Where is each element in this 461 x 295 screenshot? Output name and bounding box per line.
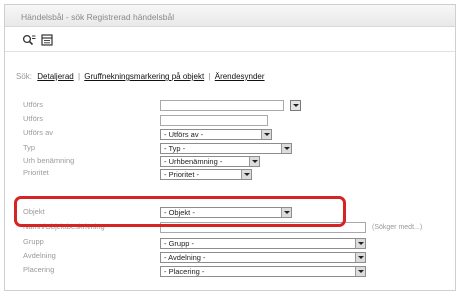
chevron-down-icon [249,157,259,166]
breadcrumb-link-detailed[interactable]: Detaljerad [37,72,73,81]
utfors-av-value: - Utförs av - [164,130,204,139]
avdelning-select[interactable]: - Avdelning - [160,252,366,263]
typ-value: - Typ - [164,144,186,153]
prioritet-select[interactable]: - Prioritet - [160,169,252,180]
placering-select[interactable]: - Placering - [160,266,366,277]
search-button[interactable]: (Sökger medt...) [372,224,422,231]
chevron-down-icon [241,170,251,179]
label-avdelning: Avdelning [23,251,56,260]
utfors-picker-button[interactable] [290,100,301,111]
urhbenamning-select[interactable]: - Urhbenämning - [160,156,260,167]
breadcrumb-separator: | [77,72,81,81]
typ-select[interactable]: - Typ - [160,143,292,154]
chevron-down-icon [355,253,365,262]
avdelning-value: - Avdelning - [164,253,206,262]
toolbar [5,28,455,52]
label-utfors-av: Utförs av [23,128,54,137]
chevron-down-icon [261,130,271,139]
window-title: Händelsbål - sök Registrerad händelsbål [21,12,175,22]
label-grupp: Grupp [23,237,44,246]
grupp-value: - Grupp - [164,239,195,248]
table-list-icon [41,34,53,46]
window-titlebar: Händelsbål - sök Registrerad händelsbål [5,5,455,27]
label-utfors: Utförs [23,100,44,109]
utfors-input-2[interactable] [160,115,268,126]
label-typ: Typ [23,143,36,152]
chevron-down-icon [281,144,291,153]
search-filter-button[interactable] [21,32,37,48]
grupp-select[interactable]: - Grupp - [160,238,366,249]
label-placering: Placering [23,265,55,274]
prioritet-value: - Prioritet - [164,170,200,179]
chevron-down-icon [355,267,365,276]
chevron-down-icon [355,239,365,248]
urhbenamning-value: - Urhbenämning - [164,157,223,166]
label-utfors-2: Utförs [23,114,44,123]
label-urhbenamning: Urh benämning [23,156,75,165]
breadcrumb-prefix: Sök: [16,72,33,81]
utfors-av-select[interactable]: - Utförs av - [160,129,272,140]
breadcrumb-link-object-marking[interactable]: Gruffnekningsmarkering på objekt [84,72,204,81]
table-list-button[interactable] [39,32,55,48]
label-prioritet: Prioritet [23,168,49,177]
objekt-highlight-frame [14,196,346,227]
utfors-input[interactable] [160,100,284,111]
breadcrumb-separator: | [208,72,211,81]
breadcrumb: Sök: Detaljerad | Gruffnekningsmarkering… [16,72,265,81]
breadcrumb-link-cases[interactable]: Ärendesynder [215,72,265,81]
search-filter-icon [22,34,36,46]
placering-value: - Placering - [164,267,205,276]
